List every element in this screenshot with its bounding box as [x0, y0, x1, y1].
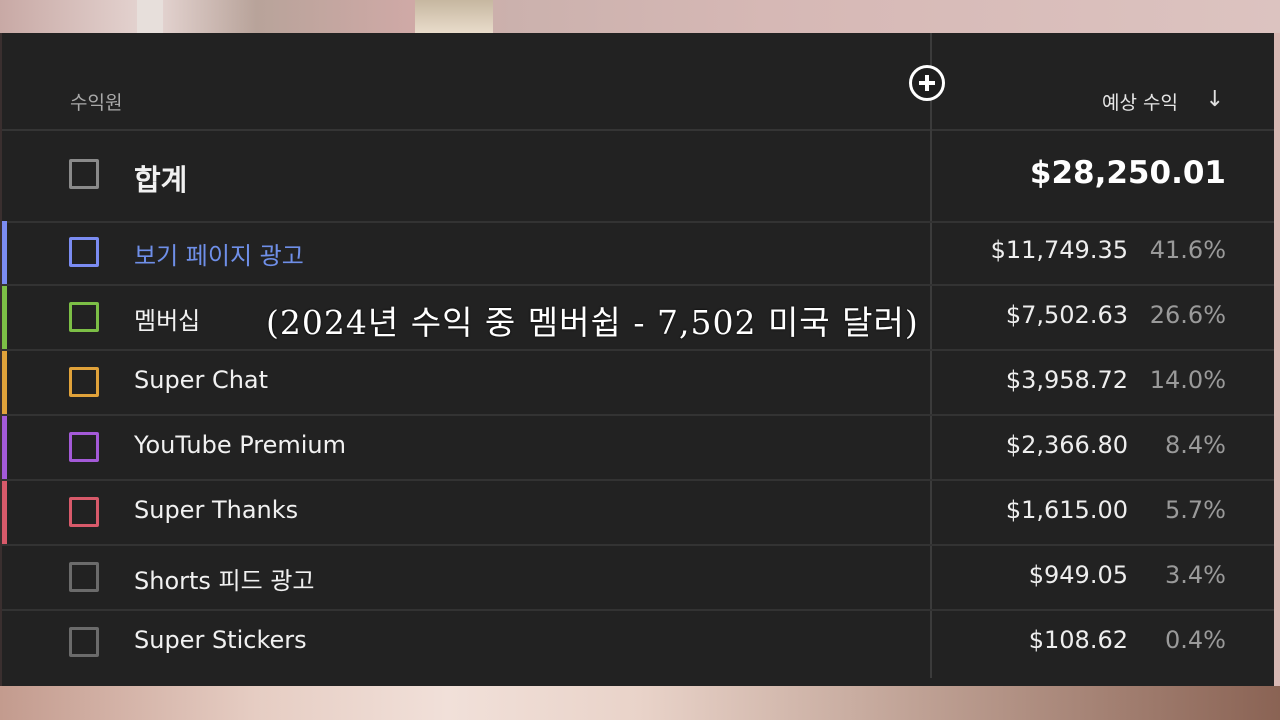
row-checkbox[interactable] — [69, 432, 99, 462]
row-label: Super Stickers — [134, 626, 307, 654]
background-plant — [415, 0, 493, 33]
revenue-table: 수익원 예상 수익 ↓ 합계 $28,250.01 보기 페이지 광고 $11,7… — [2, 33, 1274, 686]
total-amount: $28,250.01 — [1029, 155, 1226, 191]
row-checkbox[interactable] — [69, 367, 99, 397]
estimated-revenue-column-label[interactable]: 예상 수익 — [1102, 88, 1178, 115]
total-label: 합계 — [134, 163, 188, 197]
row-amount: $2,366.80 — [1005, 431, 1128, 459]
series-color-stripe — [2, 351, 7, 414]
row-checkbox[interactable] — [69, 497, 99, 527]
row-label: Shorts 피드 광고 — [134, 567, 315, 595]
row-percent: 41.6% — [1149, 236, 1226, 264]
background-bottom — [0, 686, 1280, 720]
row-percent: 5.7% — [1165, 496, 1226, 524]
row-label[interactable]: 보기 페이지 광고 — [134, 236, 304, 271]
series-color-stripe — [2, 481, 7, 544]
row-label: 멤버십 — [134, 307, 201, 335]
row-percent: 26.6% — [1149, 301, 1226, 329]
row-label: Super Chat — [134, 366, 269, 394]
total-row: 합계 $28,250.01 — [2, 129, 1274, 223]
row-checkbox[interactable] — [69, 627, 99, 657]
background-top — [0, 0, 1280, 33]
row-label: Super Thanks — [134, 496, 299, 524]
table-header: 수익원 예상 수익 ↓ — [2, 33, 1274, 131]
background-decor — [137, 0, 163, 33]
row-amount: $949.05 — [1028, 561, 1128, 589]
table-row[interactable]: Super Stickers $108.62 0.4% — [2, 611, 1274, 674]
row-amount: $11,749.35 — [990, 236, 1128, 264]
row-percent: 0.4% — [1165, 626, 1226, 654]
row-percent: 3.4% — [1165, 561, 1226, 589]
series-color-stripe — [2, 221, 7, 284]
row-amount: $7,502.63 — [1005, 301, 1128, 329]
series-color-stripe — [2, 286, 7, 349]
table-row[interactable]: YouTube Premium $2,366.80 8.4% — [2, 416, 1274, 481]
add-column-button[interactable] — [909, 65, 945, 101]
subtitle-caption: (2024년 수익 중 멤버쉽 - 7,502 미국 달러) — [266, 303, 919, 342]
row-checkbox[interactable] — [69, 237, 99, 267]
row-amount: $3,958.72 — [1005, 366, 1128, 394]
row-checkbox[interactable] — [69, 562, 99, 592]
row-percent: 8.4% — [1165, 431, 1226, 459]
table-row[interactable]: 보기 페이지 광고 $11,749.35 41.6% — [2, 221, 1274, 286]
row-checkbox[interactable] — [69, 302, 99, 332]
row-amount: $108.62 — [1028, 626, 1128, 654]
row-amount: $1,615.00 — [1005, 496, 1128, 524]
series-color-stripe — [2, 416, 7, 479]
row-percent: 14.0% — [1149, 366, 1226, 394]
table-row[interactable]: Super Chat $3,958.72 14.0% — [2, 351, 1274, 416]
revenue-source-column-label: 수익원 — [70, 92, 123, 114]
sort-down-arrow-icon[interactable]: ↓ — [1206, 87, 1224, 112]
total-checkbox[interactable] — [69, 159, 99, 189]
table-row[interactable]: Shorts 피드 광고 $949.05 3.4% — [2, 546, 1274, 611]
table-row[interactable]: Super Thanks $1,615.00 5.7% — [2, 481, 1274, 546]
row-label: YouTube Premium — [134, 431, 347, 459]
